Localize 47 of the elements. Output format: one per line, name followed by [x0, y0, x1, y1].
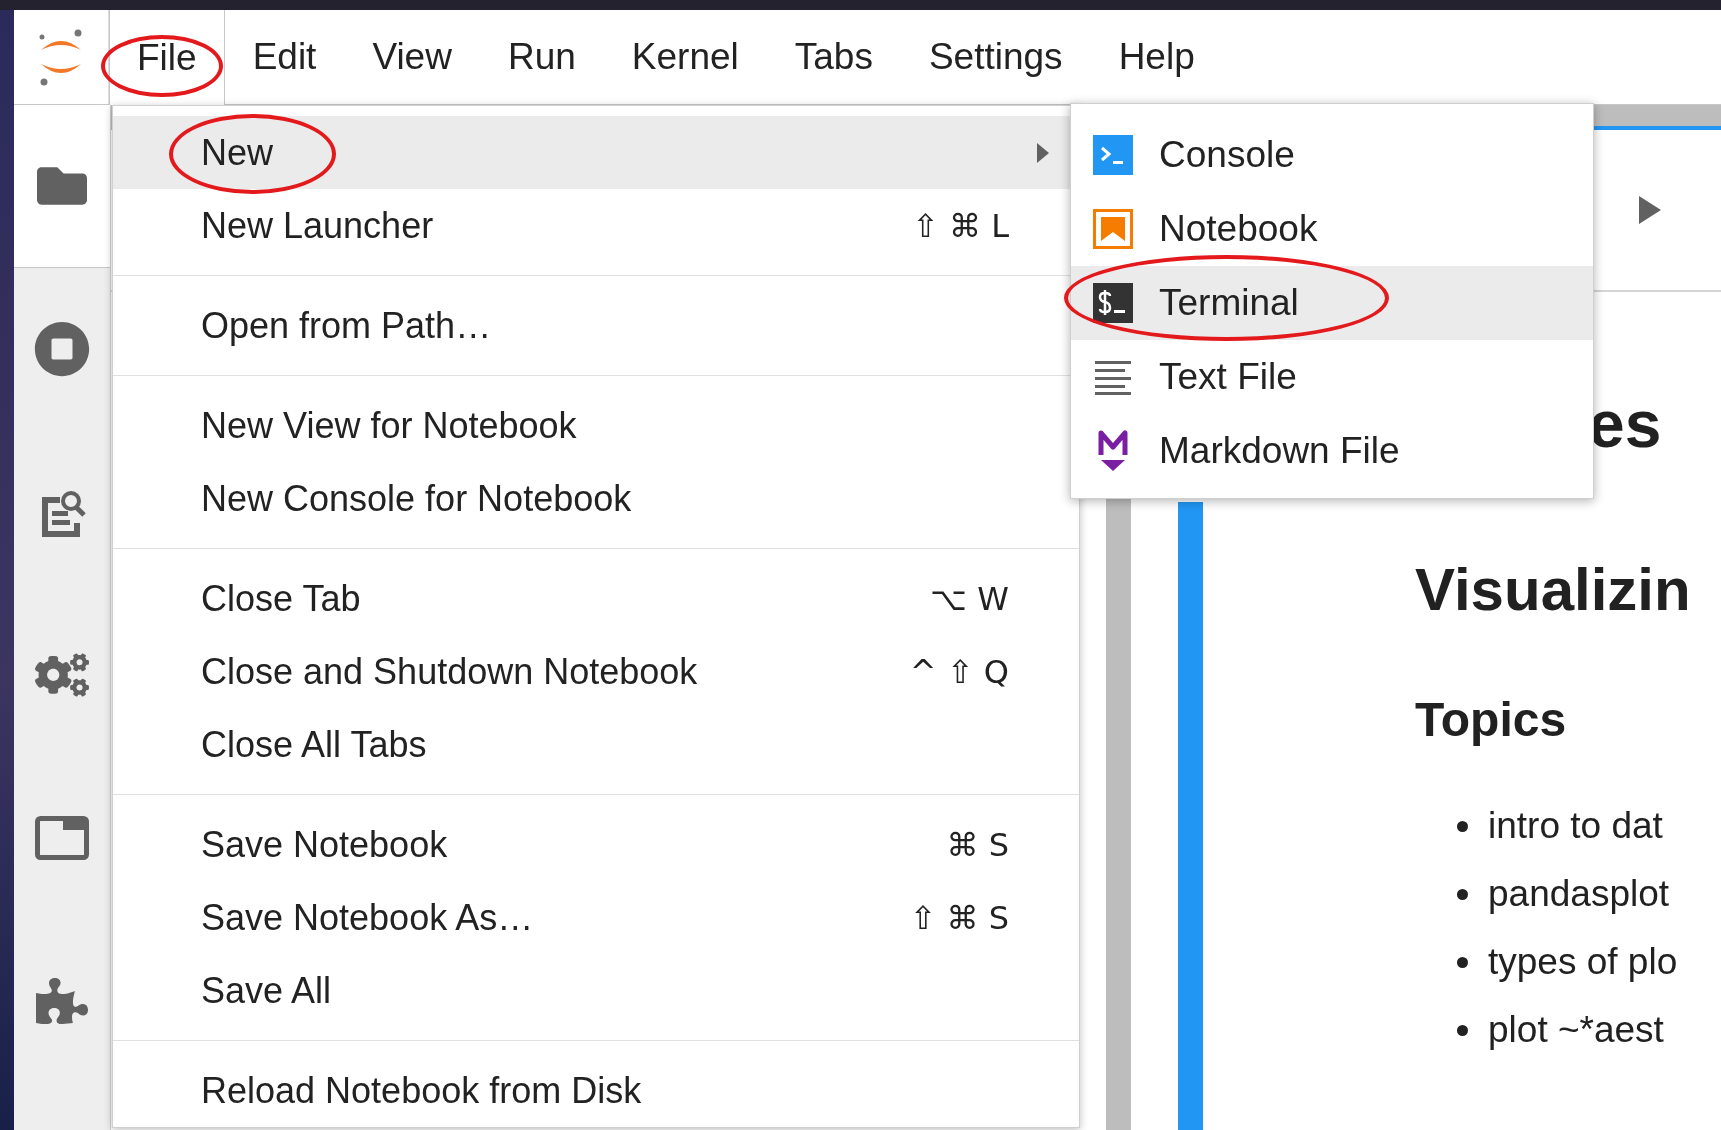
shortcut-text: ⌘ S	[946, 825, 1009, 864]
menu-item[interactable]: Save Notebook As… ⇧ ⌘ S	[113, 881, 1079, 954]
puzzle-icon	[36, 975, 88, 1027]
menu-item-label: Text File	[1159, 356, 1297, 398]
text-lines-icon	[1093, 359, 1133, 395]
shortcut-text: ⇧ ⌘ S	[909, 898, 1009, 937]
shortcut-text: ^ ⇧ Q	[909, 652, 1009, 691]
menu-title[interactable]: Kernel	[603, 10, 767, 104]
menu-item[interactable]: Close All Tabs	[113, 708, 1079, 781]
bullet-text: plot ~*aest	[1488, 1009, 1664, 1051]
section-heading: Topics	[1415, 692, 1568, 748]
sidebar-tab[interactable]	[14, 105, 110, 268]
menu-title[interactable]: View	[344, 10, 480, 104]
menu-item-label: Markdown File	[1159, 430, 1400, 472]
menu-title[interactable]: Settings	[900, 10, 1091, 104]
bullet-dot	[1457, 888, 1468, 900]
caret-icon	[1037, 143, 1049, 163]
menu-item[interactable]: Close and Shutdown Notebook ^ ⇧ Q	[113, 635, 1079, 708]
menu-item-label: Console	[1159, 134, 1295, 176]
notebook-title: Visualizin	[1415, 555, 1691, 625]
bullet-text: intro to dat	[1488, 805, 1663, 847]
shortcut-text: ⇧ ⌘ L	[912, 206, 1009, 245]
bullet-dot	[1457, 1024, 1468, 1036]
menu-item[interactable]: Notebook	[1071, 192, 1593, 266]
menu-item-label: Terminal	[1159, 282, 1299, 324]
shortcut-text: ⌥ W	[930, 579, 1009, 618]
menu-title[interactable]: Help	[1090, 10, 1223, 104]
stop-icon	[34, 321, 90, 377]
menu-title[interactable]: File	[109, 10, 225, 105]
play-icon[interactable]	[1639, 196, 1661, 224]
bullet-dot	[1457, 956, 1468, 968]
menu-item[interactable]: Reload Notebook from Disk	[113, 1054, 1079, 1127]
menu-item[interactable]: Save Notebook ⌘ S	[113, 808, 1079, 881]
menu-title[interactable]: Edit	[224, 10, 345, 104]
console-icon	[1093, 135, 1133, 175]
menu-item[interactable]: Save All	[113, 954, 1079, 1027]
terminal-icon	[1093, 283, 1133, 323]
bullet-text: pandasplot	[1488, 873, 1670, 915]
menu-item[interactable]: Close Tab ⌥ W	[113, 562, 1079, 635]
menu-item-label: Notebook	[1159, 208, 1318, 250]
window-icon	[35, 816, 89, 860]
bullet-text: types of plo	[1488, 941, 1678, 983]
menu-item[interactable]: Terminal	[1071, 266, 1593, 340]
menu-title[interactable]: Tabs	[766, 10, 901, 104]
bookmark-icon	[1093, 209, 1133, 249]
bullet-dot	[1457, 820, 1468, 832]
menu-title[interactable]: Run	[479, 10, 604, 104]
